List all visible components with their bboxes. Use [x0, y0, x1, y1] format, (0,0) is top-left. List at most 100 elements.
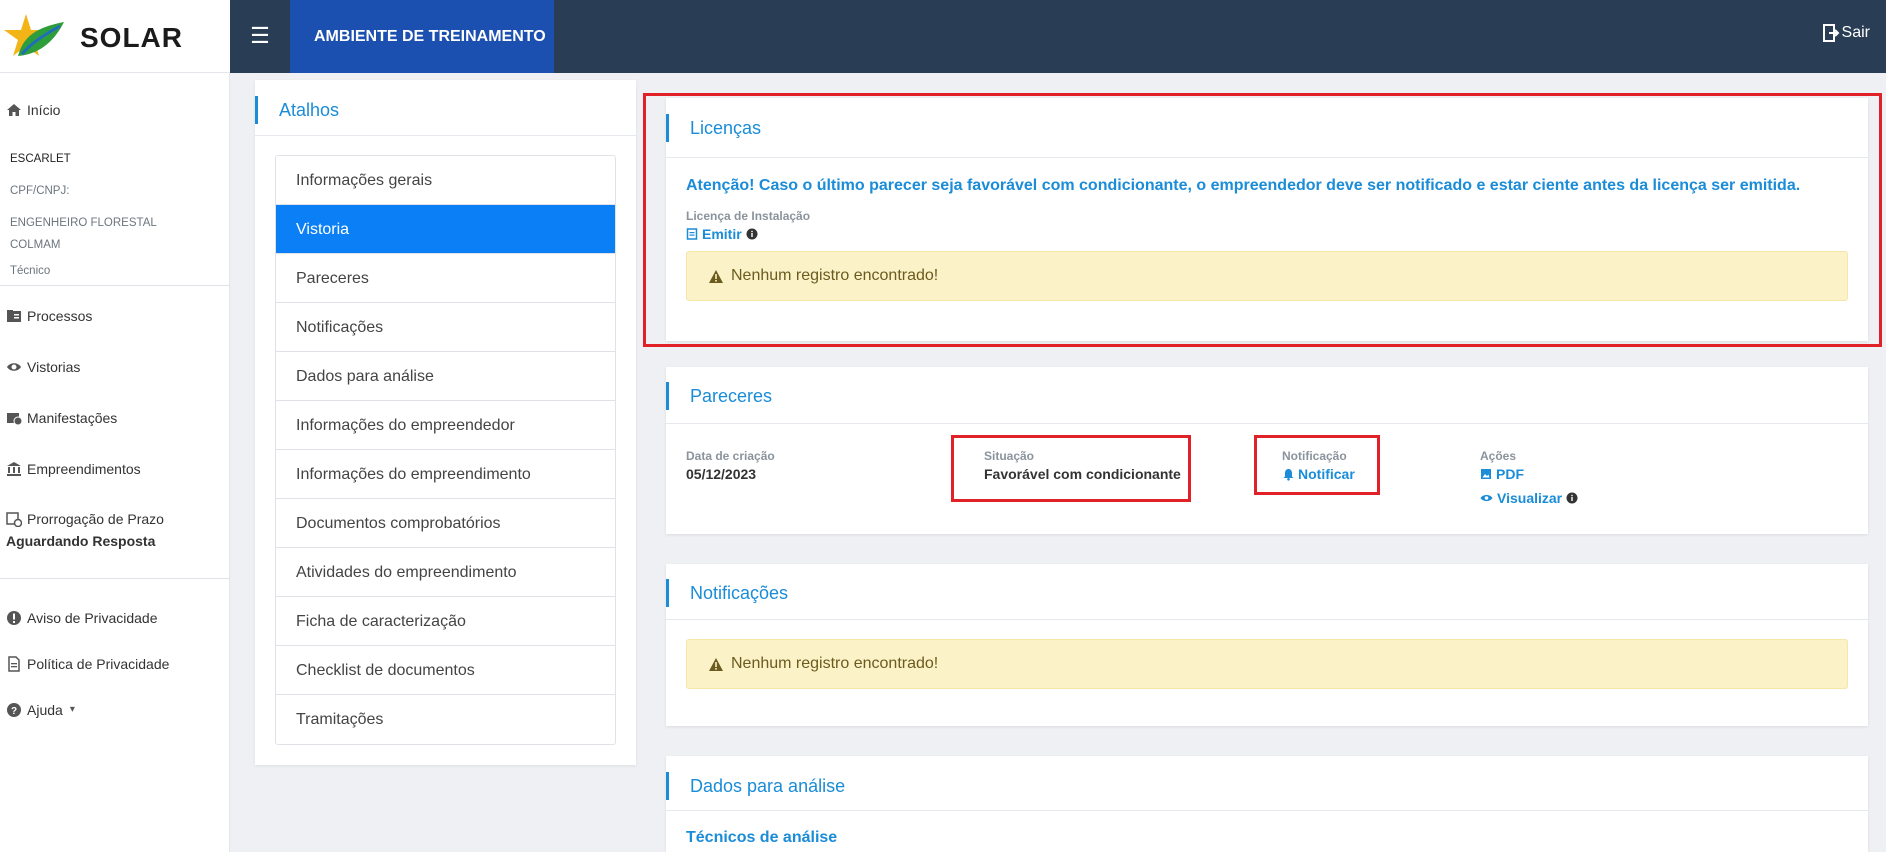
user-name: ESCARLET: [10, 153, 71, 165]
hamburger-menu-icon[interactable]: ☰: [245, 22, 275, 50]
question-circle-icon: ?: [7, 703, 21, 717]
shortcut-item[interactable]: Dados para análise: [276, 352, 615, 401]
logout-button[interactable]: Sair: [1822, 24, 1870, 42]
sidebar-item-label: Empreendimentos: [27, 461, 141, 477]
empty-message: Nenhum registro encontrado!: [731, 267, 939, 284]
shortcut-item[interactable]: Checklist de documentos: [276, 646, 615, 695]
notification-label: Notificação: [1282, 449, 1347, 463]
licencas-empty-alert: Nenhum registro encontrado!: [686, 251, 1848, 301]
pareceres-card: Pareceres Data de criação 05/12/2023 Sit…: [666, 367, 1868, 534]
dados-analise-title: Dados para análise: [666, 772, 845, 800]
divider: [666, 157, 1868, 158]
licencas-card: Licenças Atenção! Caso o último parecer …: [666, 98, 1868, 341]
document-label: CPF/CNPJ:: [10, 185, 70, 197]
sidebar-item-label: Vistorias: [27, 359, 81, 375]
solar-logo-icon: [4, 14, 64, 56]
calendar-clock-icon: [6, 512, 22, 527]
shortcut-item[interactable]: Informações do empreendimento: [276, 450, 615, 499]
sidebar-item-politica-privacidade[interactable]: Política de Privacidade: [6, 653, 169, 675]
svg-text:?: ?: [11, 706, 17, 717]
status-label: Situação: [984, 449, 1035, 463]
sidebar-item-aviso-privacidade[interactable]: Aviso de Privacidade: [6, 607, 157, 629]
shortcut-item[interactable]: Notificações: [276, 303, 615, 352]
sidebar: Início ESCARLET CPF/CNPJ: ENGENHEIRO FLO…: [0, 73, 230, 852]
shortcut-item[interactable]: Pareceres: [276, 254, 615, 303]
sidebar-item-empreendimentos[interactable]: Empreendimentos: [6, 458, 141, 480]
info-icon[interactable]: [746, 228, 758, 240]
emit-licence-link[interactable]: Emitir: [686, 226, 758, 242]
status-value: Favorável com condicionante: [984, 466, 1181, 482]
view-button[interactable]: Visualizar: [1480, 490, 1578, 506]
divider: [666, 619, 1868, 620]
logout-label: Sair: [1841, 24, 1870, 41]
shortcut-item[interactable]: Documentos comprobatórios: [276, 499, 615, 548]
top-bar: ☰ AMBIENTE DE TREINAMENTO Sair: [0, 0, 1886, 73]
sidebar-item-label: Início: [27, 102, 61, 118]
sidebar-item-prorrogacao[interactable]: Prorrogação de Prazo: [6, 508, 164, 530]
exclamation-circle-icon: [7, 611, 21, 625]
sidebar-item-label: Prorrogação de Prazo: [27, 511, 164, 527]
warning-icon: [709, 269, 723, 283]
shortcut-item[interactable]: Ficha de caracterização: [276, 597, 615, 646]
pdf-label: PDF: [1496, 466, 1524, 482]
sidebar-item-prorrogacao-subtitle[interactable]: Aguardando Resposta: [6, 533, 155, 549]
document-icon: [8, 656, 20, 672]
home-icon: [7, 104, 21, 116]
eye-icon: [7, 363, 21, 371]
notificacoes-card: Notificações Nenhum registro encontrado!: [666, 564, 1868, 726]
shortcut-item[interactable]: Vistoria: [276, 205, 615, 254]
user-role-line2: COLMAM: [10, 239, 61, 251]
licencas-warning: Atenção! Caso o último parecer seja favo…: [686, 177, 1801, 194]
warning-icon: [709, 657, 723, 671]
pareceres-title: Pareceres: [666, 382, 772, 410]
user-type: Técnico: [10, 265, 51, 277]
shortcut-list: Informações gerais Vistoria Pareceres Notif…: [275, 155, 616, 745]
sidebar-item-label: Processos: [27, 308, 93, 324]
licence-type-label: Licença de Instalação: [686, 209, 811, 223]
shortcut-item[interactable]: Informações do empreendedor: [276, 401, 615, 450]
logout-icon: [1822, 24, 1839, 42]
folder-icon: [7, 310, 21, 322]
logo-area[interactable]: SOLAR: [0, 0, 230, 73]
notify-label: Notificar: [1298, 466, 1355, 482]
divider: [666, 423, 1868, 424]
pdf-button[interactable]: PDF: [1480, 466, 1524, 482]
receipt-icon: [686, 228, 698, 240]
created-date-label: Data de criação: [686, 449, 775, 463]
sidebar-item-manifestacoes[interactable]: Manifestações: [6, 407, 117, 429]
shortcuts-title: Atalhos: [255, 96, 339, 124]
image-file-icon: [1481, 469, 1491, 479]
created-date-value: 05/12/2023: [686, 466, 757, 482]
actions-label: Ações: [1480, 449, 1517, 463]
info-icon[interactable]: [1566, 492, 1578, 504]
environment-badge: AMBIENTE DE TREINAMENTO: [290, 0, 554, 73]
user-role-line1: ENGENHEIRO FLORESTAL: [10, 217, 157, 229]
bell-ring-icon: [1283, 468, 1294, 481]
notificacoes-empty-alert: Nenhum registro encontrado!: [686, 639, 1848, 689]
notify-button[interactable]: Notificar: [1282, 466, 1355, 482]
eye-icon: [1480, 495, 1493, 501]
sidebar-item-vistorias[interactable]: Vistorias: [6, 356, 80, 378]
dados-analise-card: Dados para análise Técnicos de análise: [666, 756, 1868, 852]
sidebar-divider: [0, 285, 230, 286]
sidebar-item-label: Política de Privacidade: [27, 656, 170, 672]
institution-icon: [7, 462, 21, 476]
shortcut-item[interactable]: Informações gerais: [276, 156, 615, 205]
view-label: Visualizar: [1497, 490, 1563, 506]
shortcut-item[interactable]: Atividades do empreendimento: [276, 548, 615, 597]
sidebar-item-processos[interactable]: Processos: [6, 305, 92, 327]
divider: [255, 135, 636, 136]
sidebar-divider: [0, 578, 230, 579]
sidebar-item-label: Aviso de Privacidade: [27, 610, 158, 626]
sidebar-item-label: Manifestações: [27, 410, 118, 426]
licencas-title: Licenças: [666, 114, 761, 142]
sidebar-item-ajuda[interactable]: ? Ajuda ▾: [6, 699, 75, 721]
logo-text: SOLAR: [80, 22, 183, 53]
shortcuts-panel: Atalhos Informações gerais Vistoria Parece…: [255, 80, 636, 765]
sidebar-item-label: Ajuda: [27, 702, 63, 718]
empty-message: Nenhum registro encontrado!: [731, 655, 939, 672]
sidebar-item-home[interactable]: Início: [6, 99, 60, 121]
notificacoes-title: Notificações: [666, 579, 788, 607]
shortcut-item[interactable]: Tramitações: [276, 695, 615, 744]
divider: [666, 810, 1868, 811]
